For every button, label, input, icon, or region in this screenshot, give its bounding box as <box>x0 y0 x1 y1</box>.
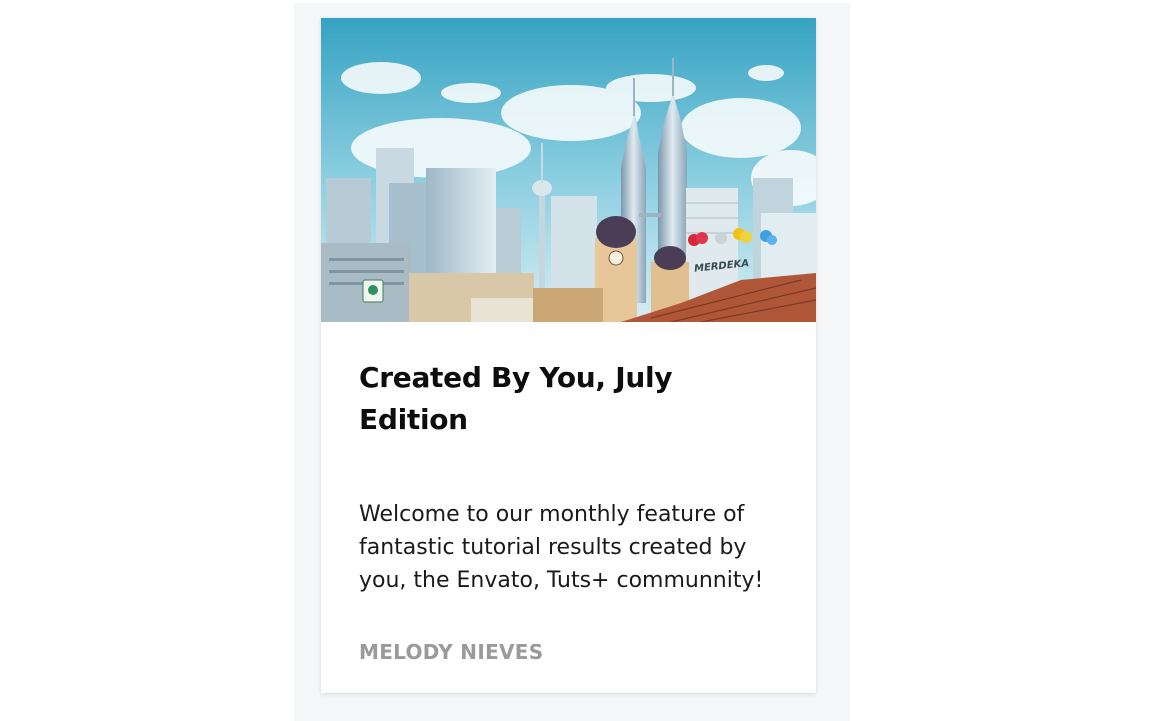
article-author[interactable]: MELODY NIEVES <box>359 638 543 666</box>
article-title[interactable]: Created By You, July Edition <box>359 357 689 441</box>
article-card[interactable]: MERDEKA Created By You, July Edition Wel… <box>321 18 816 693</box>
article-excerpt: Welcome to our monthly feature of fantas… <box>359 502 764 593</box>
article-hero-image[interactable]: MERDEKA <box>321 18 816 322</box>
card-panel: MERDEKA Created By You, July Edition Wel… <box>294 3 850 721</box>
